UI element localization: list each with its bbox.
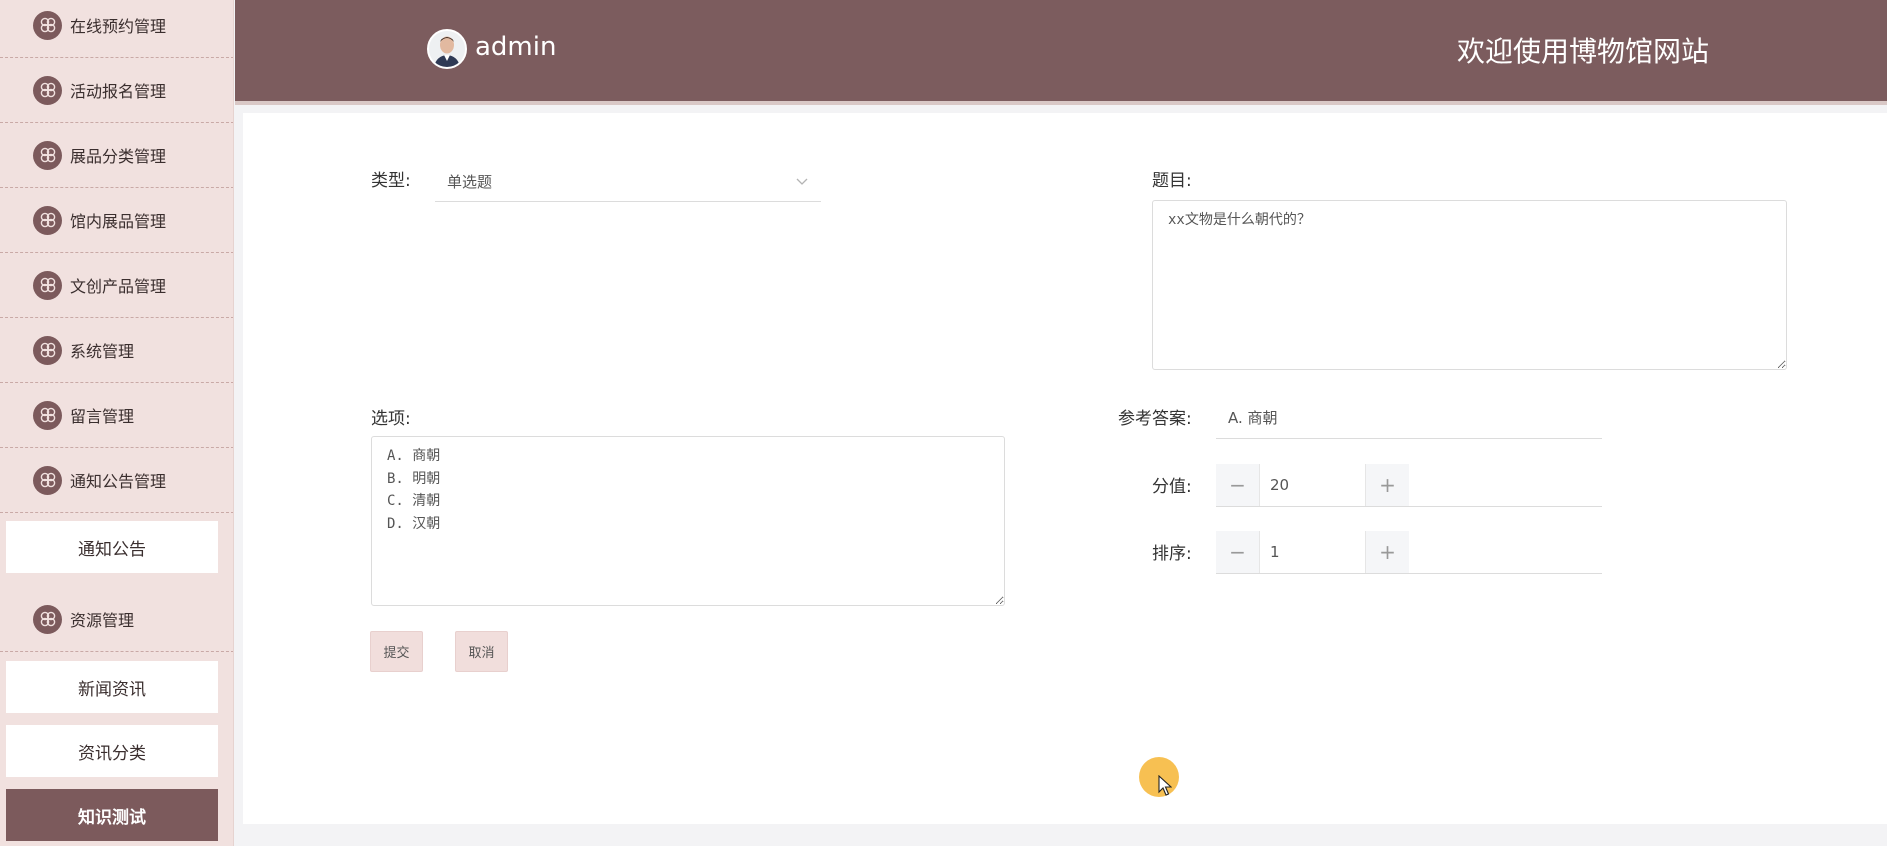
increase-button[interactable]: + [1365,464,1409,506]
flower-icon [33,465,62,495]
avatar[interactable] [427,29,467,69]
flower-icon [33,270,62,300]
sidebar-item-label: 展品分类管理 [70,147,167,166]
flower-icon [33,75,62,105]
sidebar-item-label: 文创产品管理 [70,277,167,296]
order-stepper[interactable]: − 1 + [1216,531,1602,574]
sidebar-subitem-quiz[interactable]: 知识测试 [6,789,218,841]
sidebar-item-label: 活动报名管理 [70,82,167,101]
decrease-button[interactable]: − [1216,464,1260,506]
flower-icon [33,400,62,430]
type-select[interactable]: 单选题 [435,162,821,202]
sidebar-item-label: 系统管理 [70,342,135,361]
sidebar-item-messages[interactable]: 留言管理 [0,383,233,448]
score-input[interactable]: 20 [1270,464,1360,506]
chevron-down-icon [795,174,809,192]
answer-label: 参考答案: [1118,409,1192,429]
flower-icon [33,335,62,365]
score-label: 分值: [1152,477,1192,497]
cancel-button[interactable]: 取消 [455,631,508,672]
cursor-arrow-icon [1158,774,1173,801]
sidebar-item-label: 在线预约管理 [70,17,167,36]
flower-icon [33,604,62,634]
answer-value: A. 商朝 [1228,409,1278,427]
site-title: 欢迎使用博物馆网站 [1456,35,1709,68]
order-input[interactable]: 1 [1270,531,1360,573]
decrease-button[interactable]: − [1216,531,1260,573]
sidebar-item-notice-management[interactable]: 通知公告管理 [0,448,233,513]
sidebar-subitem-news[interactable]: 新闻资讯 [6,661,218,713]
username: admin [475,32,557,62]
sidebar-item-label: 留言管理 [70,407,135,426]
type-select-value: 单选题 [447,173,493,191]
question-label: 题目: [1152,171,1192,191]
submit-button[interactable]: 提交 [370,631,423,672]
sidebar-item-online-booking[interactable]: 在线预约管理 [0,0,233,58]
options-label: 选项: [371,409,411,429]
flower-icon [33,205,62,235]
increase-button[interactable]: + [1365,531,1409,573]
order-label: 排序: [1152,544,1192,564]
sidebar-item-event-signup[interactable]: 活动报名管理 [0,58,233,123]
sidebar-item-creative-products[interactable]: 文创产品管理 [0,253,233,318]
sidebar-item-exhibits[interactable]: 馆内展品管理 [0,188,233,253]
score-stepper[interactable]: − 20 + [1216,464,1602,507]
answer-input[interactable]: A. 商朝 [1216,397,1602,439]
sidebar-item-exhibit-category[interactable]: 展品分类管理 [0,123,233,188]
sidebar-item-label: 通知公告管理 [70,472,167,491]
sidebar-item-system[interactable]: 系统管理 [0,318,233,383]
flower-icon [33,10,62,40]
sidebar-subitem-news-category[interactable]: 资讯分类 [6,725,218,777]
sidebar-subitem-notice[interactable]: 通知公告 [6,521,218,573]
top-header: admin 欢迎使用博物馆网站 [235,0,1887,105]
sidebar-item-resources[interactable]: 资源管理 [0,587,233,652]
sidebar-item-label: 资源管理 [70,611,135,630]
flower-icon [33,140,62,170]
question-textarea[interactable]: xx文物是什么朝代的？ [1152,200,1787,370]
type-label: 类型: [371,171,411,191]
sidebar: 在线预约管理 活动报名管理 展品分类管理 馆内展品管理 文创产品管理 系统管理 [0,0,234,846]
options-textarea[interactable]: A. 商朝 B. 明朝 C. 清朝 D. 汉朝 [371,436,1005,606]
sidebar-item-label: 馆内展品管理 [70,212,167,231]
